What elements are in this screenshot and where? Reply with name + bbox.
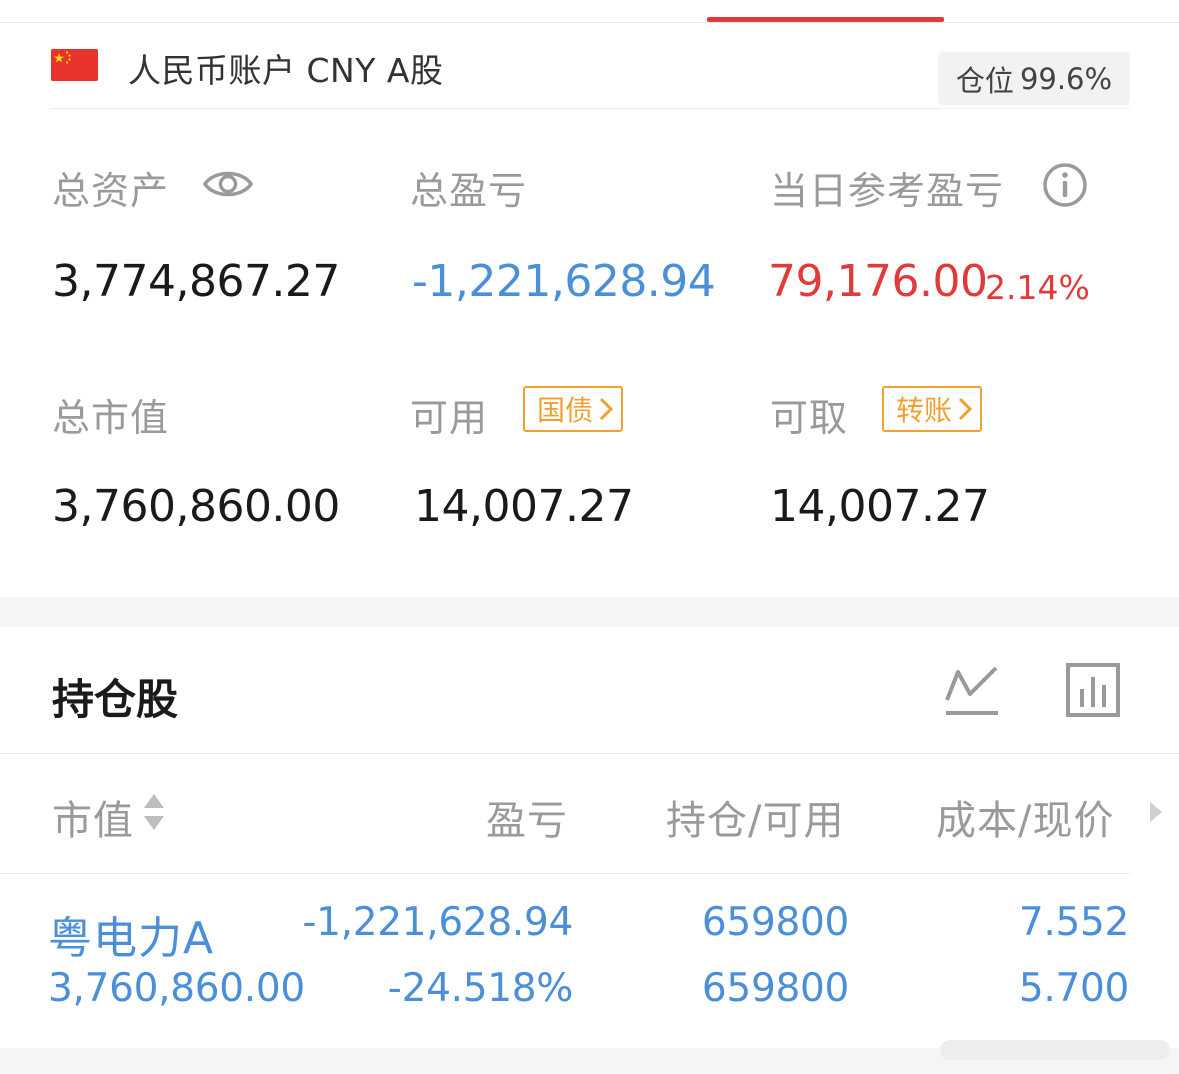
column-cost-price: 成本/现价	[936, 798, 1115, 844]
line-chart-icon[interactable]	[944, 664, 1000, 720]
china-flag-icon	[51, 49, 98, 81]
holdings-title: 持仓股	[52, 675, 179, 724]
bond-button[interactable]: 国债	[523, 386, 624, 432]
total-assets-label: 总资产	[52, 169, 170, 213]
bar-chart-icon[interactable]	[1066, 663, 1120, 721]
stock-name[interactable]: 粤电力A	[48, 902, 214, 966]
position-label: 仓位	[955, 63, 1014, 98]
withdrawable-value: 14,007.27	[770, 481, 990, 532]
account-title[interactable]: 人民币账户 CNY A股	[128, 44, 443, 92]
column-pnl: 盈亏	[486, 798, 568, 844]
total-assets-value: 3,774,867.27	[52, 256, 340, 307]
stock-cost: 7.552	[1018, 900, 1129, 945]
eye-icon[interactable]	[202, 164, 254, 204]
market-value-label: 总市值	[52, 396, 170, 440]
withdrawable-label: 可取	[770, 396, 849, 440]
available-label: 可用	[410, 396, 489, 440]
stock-available: 659800	[701, 966, 849, 1011]
header-divider	[50, 108, 1130, 109]
market-value-value: 3,760,860.00	[52, 481, 340, 532]
column-market-value[interactable]: 市值	[52, 788, 134, 846]
table-header-divider	[0, 873, 1130, 874]
triangle-right-icon[interactable]	[1148, 800, 1164, 828]
horizontal-scrollbar[interactable]	[940, 1040, 1170, 1060]
transfer-button[interactable]: 转账	[882, 386, 983, 432]
transfer-button-label: 转账	[896, 394, 953, 427]
position-value: 99.6%	[1019, 61, 1113, 96]
stock-pnl-percent: -24.518%	[387, 966, 574, 1011]
chevron-right-icon	[958, 397, 973, 421]
stock-position: 659800	[701, 900, 849, 945]
sort-icon[interactable]	[142, 792, 166, 836]
daily-pnl-percent: 2.14%	[985, 268, 1090, 307]
daily-pnl-value: 79,176.00	[768, 256, 988, 307]
total-pnl-label: 总盈亏	[410, 169, 528, 213]
stock-price: 5.700	[1018, 966, 1129, 1011]
chevron-right-icon	[599, 397, 614, 421]
active-tab-indicator	[707, 17, 944, 22]
position-badge: 仓位 99.6%	[938, 52, 1130, 105]
section-separator	[0, 597, 1179, 627]
bond-button-label: 国债	[537, 394, 594, 427]
stock-market-value: 3,760,860.00	[48, 966, 305, 1011]
holdings-divider	[0, 753, 1179, 754]
daily-pnl-label: 当日参考盈亏	[770, 169, 1005, 213]
stock-pnl: -1,221,628.94	[302, 900, 573, 945]
available-value: 14,007.27	[414, 481, 634, 532]
column-position: 持仓/可用	[666, 798, 845, 844]
total-pnl-value: -1,221,628.94	[412, 256, 716, 307]
info-icon[interactable]	[1042, 162, 1088, 208]
top-divider	[0, 22, 1179, 23]
